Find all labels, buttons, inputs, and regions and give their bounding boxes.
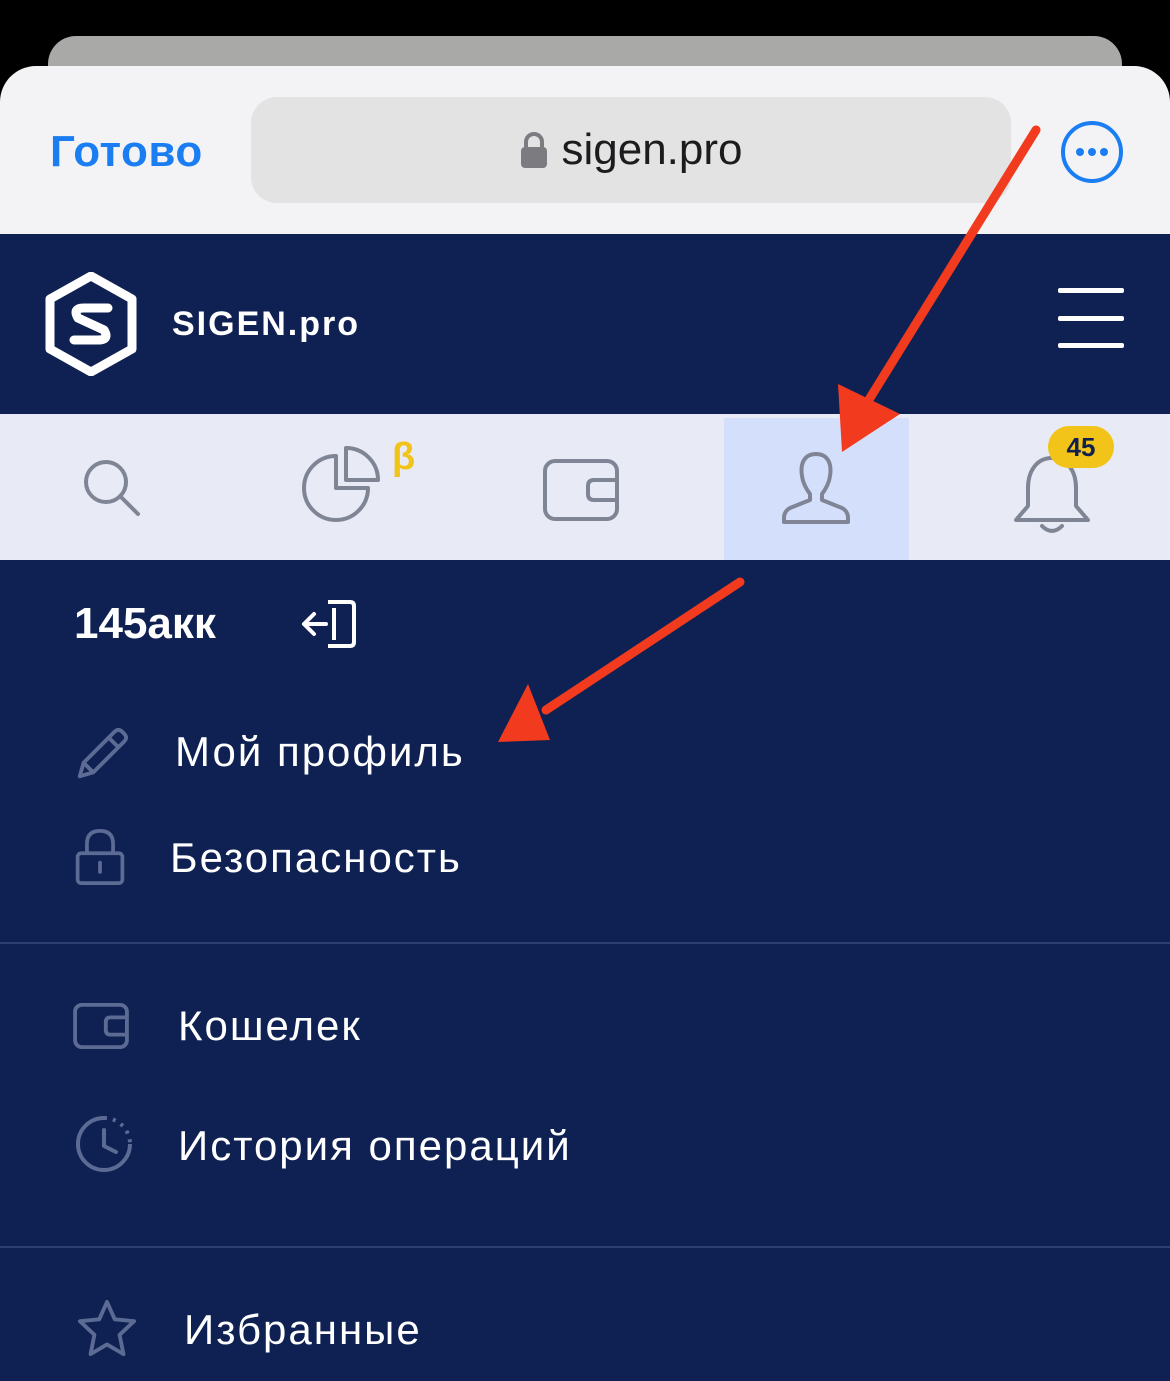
more-options-icon[interactable] xyxy=(1060,120,1124,184)
site-name[interactable]: SIGEN.pro xyxy=(172,302,360,346)
lock-icon xyxy=(75,828,125,885)
url-text: sigen.pro xyxy=(561,125,743,174)
done-button[interactable]: Готово xyxy=(50,124,203,180)
account-name: 145акк xyxy=(74,599,216,648)
user-icon xyxy=(782,452,850,524)
logout-icon[interactable] xyxy=(300,598,356,650)
menu-item-history[interactable]: История операций xyxy=(0,1106,1170,1186)
hamburger-menu-icon[interactable] xyxy=(1056,286,1126,350)
menu-divider xyxy=(0,942,1170,944)
menu-item-label: Мой профиль xyxy=(175,728,465,775)
tab-search[interactable] xyxy=(60,414,210,560)
wallet-icon xyxy=(73,1002,129,1050)
menu-item-wallet[interactable]: Кошелек xyxy=(0,986,1170,1066)
tab-profile[interactable] xyxy=(742,414,892,560)
wallet-icon xyxy=(543,459,619,521)
address-bar[interactable]: sigen.pro xyxy=(251,97,1011,203)
menu-item-label: Кошелек xyxy=(178,1002,362,1049)
menu-item-favorites[interactable]: Избранные xyxy=(0,1290,1170,1370)
menu-item-label: Безопасность xyxy=(170,834,462,881)
pie-chart-icon xyxy=(302,446,380,522)
menu-item-label: История операций xyxy=(178,1122,572,1169)
star-icon xyxy=(77,1299,137,1357)
beta-badge: β xyxy=(392,436,416,478)
pencil-icon xyxy=(77,727,129,779)
menu-divider xyxy=(0,1246,1170,1248)
menu-item-label: Избранные xyxy=(184,1306,422,1353)
account-menu-panel xyxy=(0,560,1170,1381)
tab-statistics[interactable] xyxy=(290,414,440,560)
sigen-logo-icon[interactable] xyxy=(44,272,138,376)
lock-icon xyxy=(521,132,548,168)
tab-wallet[interactable] xyxy=(530,414,680,560)
history-clock-icon xyxy=(76,1116,132,1172)
notification-count-badge: 45 xyxy=(1048,426,1114,468)
menu-item-security[interactable]: Безопасность xyxy=(0,818,1170,898)
menu-item-my-profile[interactable]: Мой профиль xyxy=(0,712,1170,792)
search-icon xyxy=(84,460,140,516)
